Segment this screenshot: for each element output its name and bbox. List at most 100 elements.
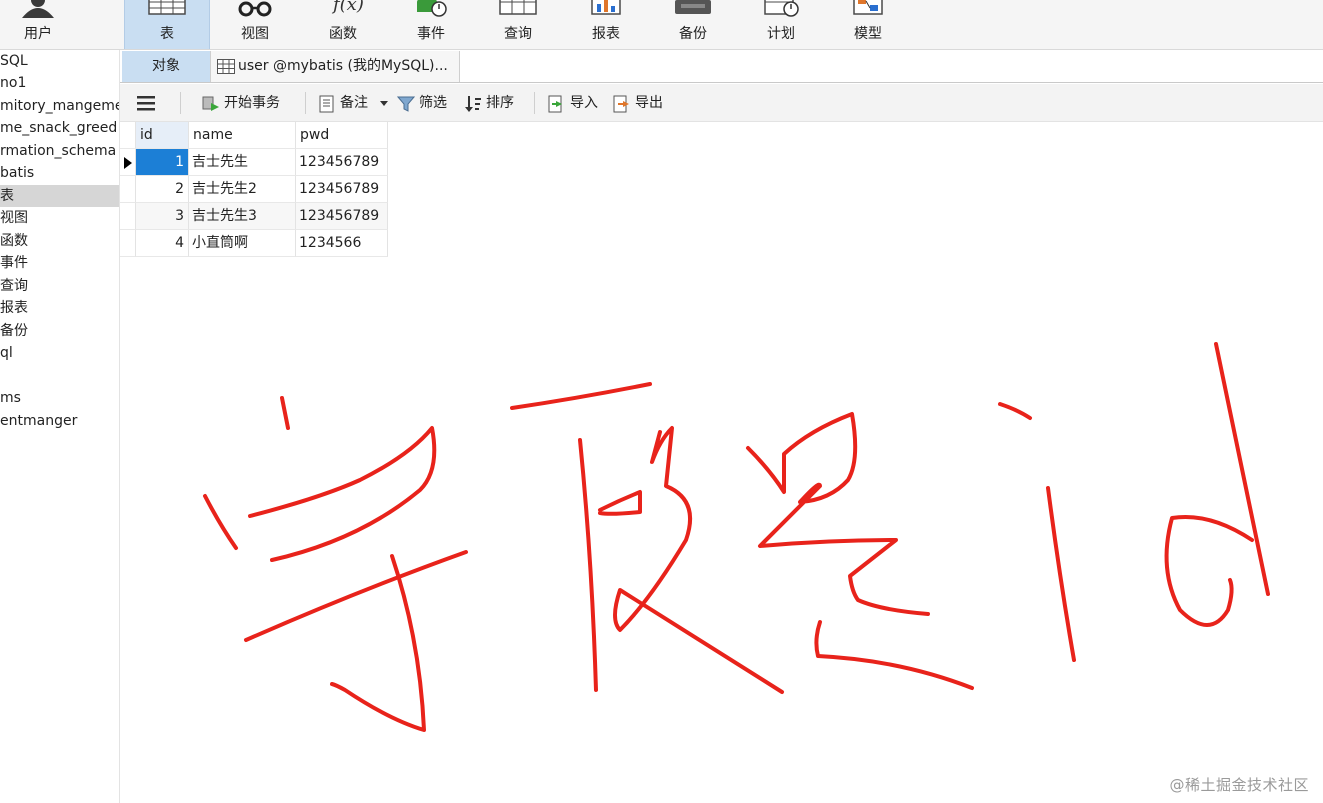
grid-cell-pwd[interactable]: 1234566 <box>296 230 388 257</box>
ribbon-model-button[interactable]: 模型 <box>825 0 911 49</box>
view-glasses-icon <box>238 1 272 17</box>
toolbar-separator <box>534 92 535 114</box>
svg-text:f(x): f(x) <box>331 0 364 15</box>
tree-item[interactable]: SQL <box>0 50 28 72</box>
ribbon-function-button[interactable]: f(x) 函数 <box>300 0 386 49</box>
export-label: 导出 <box>635 95 663 111</box>
tree-item[interactable]: ql <box>0 342 13 364</box>
grid-cell-pwd[interactable]: 123456789 <box>296 176 388 203</box>
column-header-pwd[interactable]: pwd <box>296 122 388 149</box>
row-marker-header <box>120 122 136 149</box>
ribbon-table-label: 表 <box>160 26 174 42</box>
transaction-icon <box>202 96 219 111</box>
tab-user-table-label: user @mybatis (我的MySQL)... <box>238 58 448 74</box>
ribbon-view-label: 视图 <box>241 26 269 42</box>
ribbon-user-button[interactable]: 用户 <box>0 0 81 49</box>
grid-cell-id[interactable]: 2 <box>136 176 189 203</box>
tree-item[interactable]: rmation_schema <box>0 140 116 162</box>
ribbon-table-button[interactable]: 表 <box>124 0 210 49</box>
ribbon-backup-button[interactable]: 备份 <box>650 0 736 49</box>
grid-cell-name[interactable]: 吉士先生3 <box>189 203 296 230</box>
table-icon <box>217 59 235 74</box>
function-icon: f(x) <box>331 0 364 15</box>
main-ribbon-toolbar: 用户 表 视图 f(x) 函数 事件 查询 报表 备份 计划 模型 <box>0 0 1323 50</box>
ribbon-query-label: 查询 <box>504 26 532 42</box>
schedule-icon <box>764 0 799 17</box>
tree-item[interactable]: batis <box>0 162 34 184</box>
column-header-name[interactable]: name <box>189 122 296 149</box>
ribbon-query-button[interactable]: 查询 <box>475 0 561 49</box>
connection-tree-sidebar: SQL no1 mitory_mangeme me_snack_greed rm… <box>0 50 120 803</box>
toolbar-separator <box>180 92 181 114</box>
hamburger-icon <box>137 96 155 111</box>
import-label: 导入 <box>570 95 598 111</box>
ribbon-schedule-label: 计划 <box>767 26 795 42</box>
sort-icon <box>465 96 481 112</box>
query-icon <box>499 0 537 15</box>
current-row-arrow-icon <box>124 157 132 169</box>
grid-cell-name[interactable]: 吉士先生2 <box>189 176 296 203</box>
tree-item[interactable]: ms <box>0 387 21 409</box>
memo-button[interactable]: 备注 <box>318 92 390 114</box>
export-icon <box>613 95 629 113</box>
ribbon-event-label: 事件 <box>417 26 445 42</box>
import-icon <box>548 95 562 113</box>
ribbon-report-label: 报表 <box>592 26 620 42</box>
tab-objects[interactable]: 对象 <box>122 51 210 82</box>
backup-icon <box>675 0 711 14</box>
table-sub-toolbar: 开始事务 备注 筛选 排序 导入 导出 <box>120 84 1323 122</box>
ribbon-report-button[interactable]: 报表 <box>563 0 649 49</box>
ribbon-function-label: 函数 <box>329 26 357 42</box>
watermark: @稀土掘金技术社区 <box>1169 776 1309 794</box>
menu-button[interactable] <box>137 92 157 114</box>
grid-cell-id[interactable]: 3 <box>136 203 189 230</box>
tree-item[interactable]: 视图 <box>0 207 28 229</box>
filter-label: 筛选 <box>419 95 447 111</box>
tree-item[interactable]: me_snack_greed <box>0 117 117 139</box>
begin-transaction-label: 开始事务 <box>224 95 280 111</box>
grid-cell-pwd[interactable]: 123456789 <box>296 203 388 230</box>
tree-item[interactable]: 函数 <box>0 230 28 252</box>
ribbon-event-button[interactable]: 事件 <box>388 0 474 49</box>
tree-item[interactable]: mitory_mangeme <box>0 95 119 117</box>
memo-icon <box>319 95 334 113</box>
row-marker <box>120 176 136 203</box>
user-icon <box>22 0 54 18</box>
grid-cell-name[interactable]: 小直筒啊 <box>189 230 296 257</box>
tree-item[interactable]: entmanger <box>0 410 77 432</box>
grid-cell-id[interactable]: 1 <box>136 149 189 176</box>
filter-button[interactable]: 筛选 <box>397 92 457 114</box>
chevron-down-icon[interactable] <box>380 101 388 107</box>
tree-item[interactable]: no1 <box>0 72 26 94</box>
report-icon <box>591 0 621 15</box>
tree-item[interactable]: 事件 <box>0 252 28 274</box>
export-button[interactable]: 导出 <box>613 92 673 114</box>
filter-funnel-icon <box>397 96 415 112</box>
sort-label: 排序 <box>486 95 514 111</box>
tree-item-tables-selected[interactable]: 表 <box>0 185 119 207</box>
model-icon <box>853 0 883 15</box>
ribbon-view-button[interactable]: 视图 <box>212 0 298 49</box>
grid-cell-id[interactable]: 4 <box>136 230 189 257</box>
ribbon-schedule-button[interactable]: 计划 <box>738 0 824 49</box>
event-icon <box>417 0 447 17</box>
row-marker <box>120 230 136 257</box>
tab-user-table[interactable]: user @mybatis (我的MySQL)... <box>210 51 460 82</box>
toolbar-separator <box>305 92 306 114</box>
begin-transaction-button[interactable]: 开始事务 <box>202 92 302 114</box>
memo-label: 备注 <box>340 95 368 111</box>
tree-item[interactable]: 查询 <box>0 275 28 297</box>
import-button[interactable]: 导入 <box>548 92 608 114</box>
table-icon <box>148 0 186 15</box>
row-marker <box>120 149 136 176</box>
tree-item[interactable]: 报表 <box>0 297 28 319</box>
grid-cell-pwd[interactable]: 123456789 <box>296 149 388 176</box>
ribbon-user-label: 用户 <box>24 26 52 42</box>
ribbon-backup-label: 备份 <box>679 26 707 42</box>
tree-item[interactable]: 备份 <box>0 320 28 342</box>
grid-cell-name[interactable]: 吉士先生 <box>189 149 296 176</box>
column-header-id[interactable]: id <box>136 122 189 149</box>
ribbon-model-label: 模型 <box>854 26 882 42</box>
sort-button[interactable]: 排序 <box>464 92 524 114</box>
document-tabs: 对象 user @mybatis (我的MySQL)... <box>120 50 1323 83</box>
